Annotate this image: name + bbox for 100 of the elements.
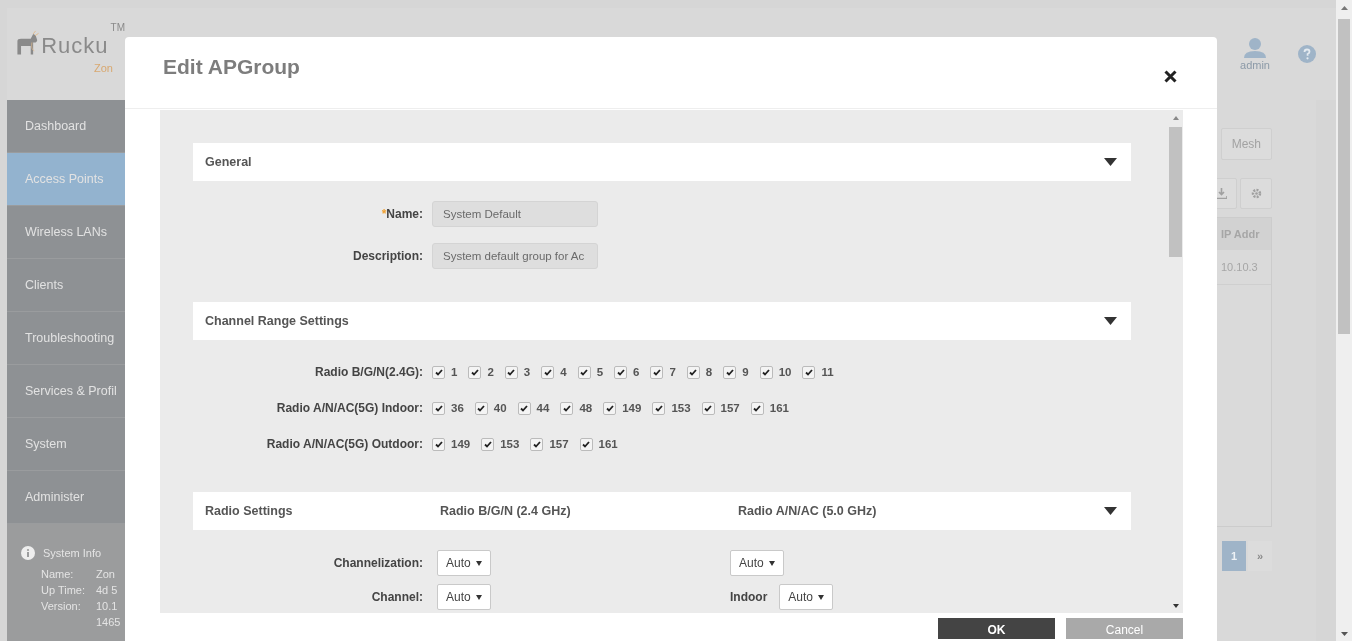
- channel-number: 40: [493, 402, 507, 414]
- field-label: *Name:: [380, 207, 424, 221]
- channel-number: 149: [622, 402, 642, 414]
- channel-number: 9: [742, 366, 749, 378]
- channel-number: 6: [633, 366, 640, 378]
- caret-icon: [1104, 158, 1117, 166]
- download-icon: [1215, 188, 1227, 199]
- field-label: Description:: [352, 249, 424, 263]
- scroll-thumb[interactable]: [1338, 19, 1350, 334]
- channel-number: 7: [669, 366, 676, 378]
- channel-number: 36: [451, 402, 464, 414]
- info-value: 4d 5: [96, 584, 119, 596]
- sidebar-item[interactable]: Clients: [7, 259, 125, 312]
- channel-number: 10: [778, 366, 792, 378]
- logo-text: Rucku: [41, 34, 109, 58]
- caret-icon: [475, 594, 482, 600]
- checkbox[interactable]: [759, 365, 773, 379]
- channel-number: 5: [596, 366, 604, 378]
- channel-number: 1: [451, 366, 458, 378]
- dropdown[interactable]: Auto: [437, 550, 491, 576]
- cancel-button[interactable]: Cancel: [1066, 618, 1183, 639]
- sidebar-item[interactable]: Troubleshooting: [7, 312, 125, 365]
- product-name: Zon: [94, 62, 113, 74]
- channel-number: 153: [671, 402, 691, 414]
- checkbox[interactable]: [686, 365, 700, 379]
- column-heading: Radio B/G/N (2.4 GHz): [440, 504, 572, 518]
- info-icon: [21, 546, 35, 560]
- field-label: Channel:: [370, 590, 424, 604]
- checkbox[interactable]: [474, 401, 488, 415]
- dropdown[interactable]: Auto: [437, 584, 491, 610]
- dialog-title: Edit APGroup: [163, 54, 300, 79]
- page-button[interactable]: 1: [1222, 541, 1246, 571]
- field-label: Radio A/N/AC(5G) Outdoor:: [265, 437, 424, 451]
- checkbox[interactable]: [650, 365, 664, 379]
- sidebar-item[interactable]: Dashboard: [7, 100, 125, 153]
- section-header[interactable]: General: [193, 143, 1131, 181]
- sidebar-item[interactable]: System: [7, 418, 125, 471]
- field-label: Radio A/N/AC(5G) Indoor:: [275, 401, 424, 415]
- checkbox[interactable]: [432, 365, 445, 379]
- checkbox[interactable]: [802, 365, 816, 379]
- scroll-up-icon[interactable]: [1172, 115, 1179, 120]
- checkbox[interactable]: [530, 437, 544, 451]
- channel-number: 3: [523, 366, 531, 378]
- channel-number: 161: [769, 402, 789, 414]
- checkbox[interactable]: [432, 437, 445, 451]
- scroll-up-icon[interactable]: [1340, 5, 1348, 10]
- checkbox[interactable]: [701, 401, 715, 415]
- caret-icon: [768, 560, 775, 566]
- field-label: Channelization:: [332, 556, 424, 570]
- checkbox[interactable]: [432, 401, 445, 415]
- caret-icon: [1104, 317, 1117, 325]
- dropdown[interactable]: Auto: [730, 550, 784, 576]
- checkbox[interactable]: [579, 437, 593, 451]
- caret-icon: [475, 560, 482, 566]
- checkbox[interactable]: [750, 401, 764, 415]
- section-header[interactable]: Channel Range Settings: [193, 302, 1131, 340]
- close-button[interactable]: [1164, 70, 1177, 83]
- checkbox[interactable]: [560, 401, 574, 415]
- checkbox[interactable]: [723, 365, 737, 379]
- info-value: Zon: [96, 568, 116, 580]
- tab[interactable]: Mesh: [1220, 128, 1272, 160]
- caret-icon: [1104, 507, 1117, 515]
- caret-icon: [818, 594, 824, 600]
- user-name[interactable]: admin: [1240, 58, 1270, 71]
- sidebar-item[interactable]: Access Points: [7, 153, 125, 206]
- info-label: Version:: [41, 600, 82, 612]
- page-scrollbar[interactable]: [1336, 0, 1352, 641]
- checkbox[interactable]: [652, 401, 666, 415]
- checkbox[interactable]: [468, 365, 482, 379]
- system-info-title: System Info: [43, 547, 102, 559]
- checkbox[interactable]: [517, 401, 531, 415]
- channel-number: 161: [598, 438, 618, 450]
- ok-button[interactable]: OK: [938, 618, 1055, 639]
- info-label: Name:: [41, 568, 75, 580]
- checkbox[interactable]: [504, 365, 518, 379]
- info-value: 1465: [96, 616, 122, 628]
- field-label: Indoor: [730, 590, 768, 604]
- sidebar-item[interactable]: Administer: [7, 471, 125, 524]
- close-icon: [1164, 70, 1177, 83]
- channel-number: 44: [536, 402, 550, 414]
- channel-number: 11: [821, 366, 834, 378]
- dropdown[interactable]: Auto: [779, 584, 833, 610]
- checkbox[interactable]: [541, 365, 555, 379]
- scroll-down-icon[interactable]: [1340, 631, 1348, 636]
- channel-number: 149: [451, 438, 471, 450]
- scroll-thumb[interactable]: [1169, 127, 1182, 257]
- checkbox[interactable]: [614, 365, 628, 379]
- channel-number: 2: [487, 366, 494, 378]
- channel-number: 157: [549, 438, 569, 450]
- sidebar-item[interactable]: Wireless LANs: [7, 206, 125, 259]
- section-title: Radio Settings: [205, 504, 294, 518]
- section-header[interactable]: Radio Settings Radio B/G/N (2.4 GHz) Radio A/N/AC (5.0 GHz): [193, 492, 1131, 530]
- checkbox[interactable]: [481, 437, 495, 451]
- checkbox[interactable]: [577, 365, 591, 379]
- channel-number: 157: [720, 402, 740, 414]
- scroll-down-icon[interactable]: [1172, 603, 1179, 608]
- channel-number: 8: [705, 366, 713, 378]
- field-label: Radio B/G/N(2.4G):: [314, 365, 424, 379]
- sidebar-item[interactable]: Services & Profil: [7, 365, 125, 418]
- checkbox[interactable]: [603, 401, 617, 415]
